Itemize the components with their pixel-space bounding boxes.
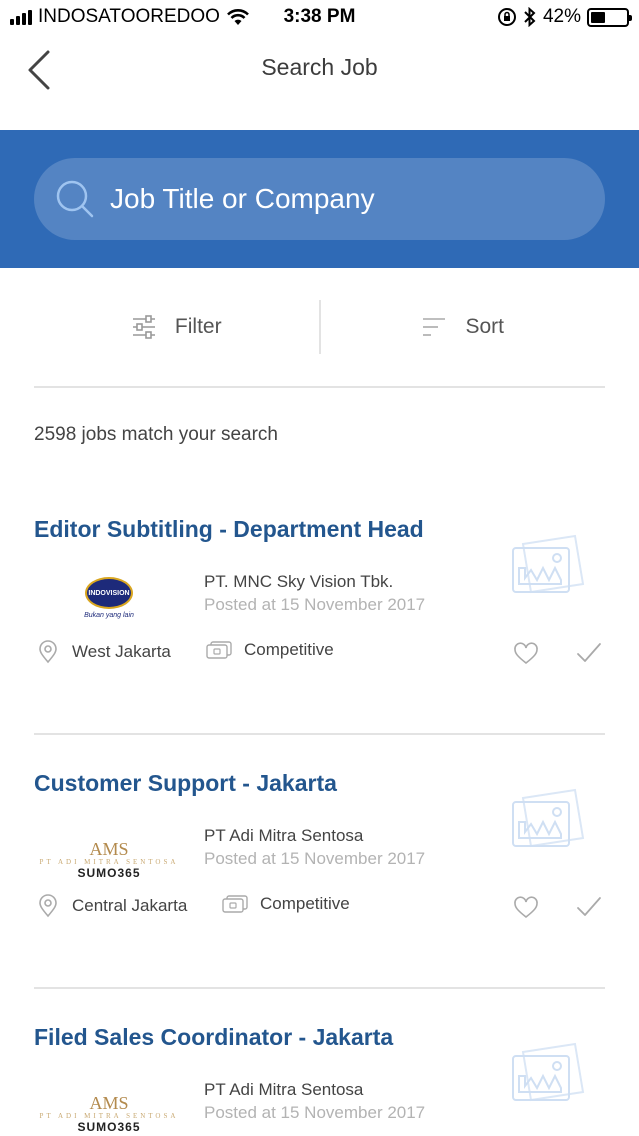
company-image-placeholder-icon <box>512 1042 585 1102</box>
status-right: 42% <box>497 6 632 28</box>
nav-bar: Search Job <box>0 36 639 130</box>
sliders-icon <box>132 315 155 339</box>
company-name: PT. MNC Sky Vision Tbk. <box>204 572 394 591</box>
logo-tagline: Bukan yang lain <box>84 612 134 619</box>
battery-percent: 42% <box>542 6 581 27</box>
job-card[interactable]: Filed Sales Coordinator - Jakarta AMS PT… <box>34 1024 605 1136</box>
posted-date: Posted at 15 November 2017 <box>204 1103 426 1122</box>
company-logo: AMS PT ADI MITRA SENTOSA SUMO365 <box>34 1082 184 1136</box>
logo-ams: AMS <box>89 1093 129 1113</box>
posted-date: Posted at 15 November 2017 <box>204 595 426 614</box>
logo-ams: AMS <box>89 839 129 859</box>
search-icon <box>56 180 94 218</box>
logo-brand: SUMO365 <box>77 866 141 881</box>
job-title[interactable]: Filed Sales Coordinator - Jakarta <box>34 1024 393 1051</box>
divider <box>34 386 605 388</box>
job-salary: Competitive <box>222 894 350 914</box>
logo-brand: SUMO365 <box>77 1120 141 1135</box>
location-label: Central Jakarta <box>72 896 188 915</box>
job-location: West Jakarta <box>38 640 171 664</box>
job-card[interactable]: Customer Support - Jakarta AMS PT ADI MI… <box>34 770 605 1000</box>
battery-icon <box>587 7 632 27</box>
job-salary: Competitive <box>206 640 334 660</box>
filter-label: Filter <box>174 315 222 338</box>
company-name: PT Adi Mitra Sentosa <box>204 1080 364 1099</box>
company-logo: INDOVISION Bukan yang lain <box>34 574 184 640</box>
location-label: West Jakarta <box>72 642 171 661</box>
sort-icon <box>423 318 446 336</box>
result-count: 2598 jobs match your search <box>34 424 278 445</box>
company-logo: AMS PT ADI MITRA SENTOSA SUMO365 <box>34 828 184 894</box>
indovision-logo: INDOVISION Bukan yang lain <box>64 577 154 637</box>
heart-icon[interactable] <box>513 896 539 920</box>
filter-button[interactable]: Filter <box>34 300 319 354</box>
battery-fill <box>591 11 606 23</box>
company-image-placeholder-icon <box>512 788 585 848</box>
location-pin-icon <box>39 640 57 664</box>
logo-sub: PT ADI MITRA SENTOSA <box>39 858 179 866</box>
salary-label: Competitive <box>244 640 334 659</box>
sort-button[interactable]: Sort <box>321 300 606 354</box>
bluetooth-icon <box>524 7 536 27</box>
location-pin-icon <box>39 894 57 918</box>
posted-date: Posted at 15 November 2017 <box>204 849 426 868</box>
job-location: Central Jakarta <box>38 894 187 918</box>
company-image-placeholder-icon <box>512 534 585 594</box>
search-header: Job Title or Company <box>0 130 639 268</box>
status-bar: INDOSATOOREDOO 3:38 PM 42% <box>0 0 639 36</box>
logo-name: INDOVISION <box>85 577 133 609</box>
salary-label: Competitive <box>260 894 350 913</box>
money-icon <box>222 895 248 913</box>
page-title: Search Job <box>261 54 378 80</box>
money-icon <box>206 641 232 659</box>
job-title[interactable]: Customer Support - Jakarta <box>34 770 337 797</box>
checkmark-icon[interactable] <box>575 894 603 920</box>
checkmark-icon[interactable] <box>575 640 603 666</box>
job-card[interactable]: Editor Subtitling - Department Head INDO… <box>34 516 605 746</box>
ams-logo: AMS PT ADI MITRA SENTOSA SUMO365 <box>39 1094 179 1136</box>
filter-sort-toolbar: Filter Sort <box>34 300 605 354</box>
sort-label: Sort <box>465 315 504 338</box>
orientation-lock-icon <box>497 8 516 26</box>
heart-icon[interactable] <box>513 642 539 666</box>
search-placeholder: Job Title or Company <box>110 183 375 214</box>
logo-sub: PT ADI MITRA SENTOSA <box>39 1112 179 1120</box>
ams-logo: AMS PT ADI MITRA SENTOSA SUMO365 <box>39 840 179 882</box>
search-input[interactable]: Job Title or Company <box>34 158 605 240</box>
divider <box>34 987 605 989</box>
divider <box>34 733 605 735</box>
company-name: PT Adi Mitra Sentosa <box>204 826 364 845</box>
job-title[interactable]: Editor Subtitling - Department Head <box>34 516 424 543</box>
